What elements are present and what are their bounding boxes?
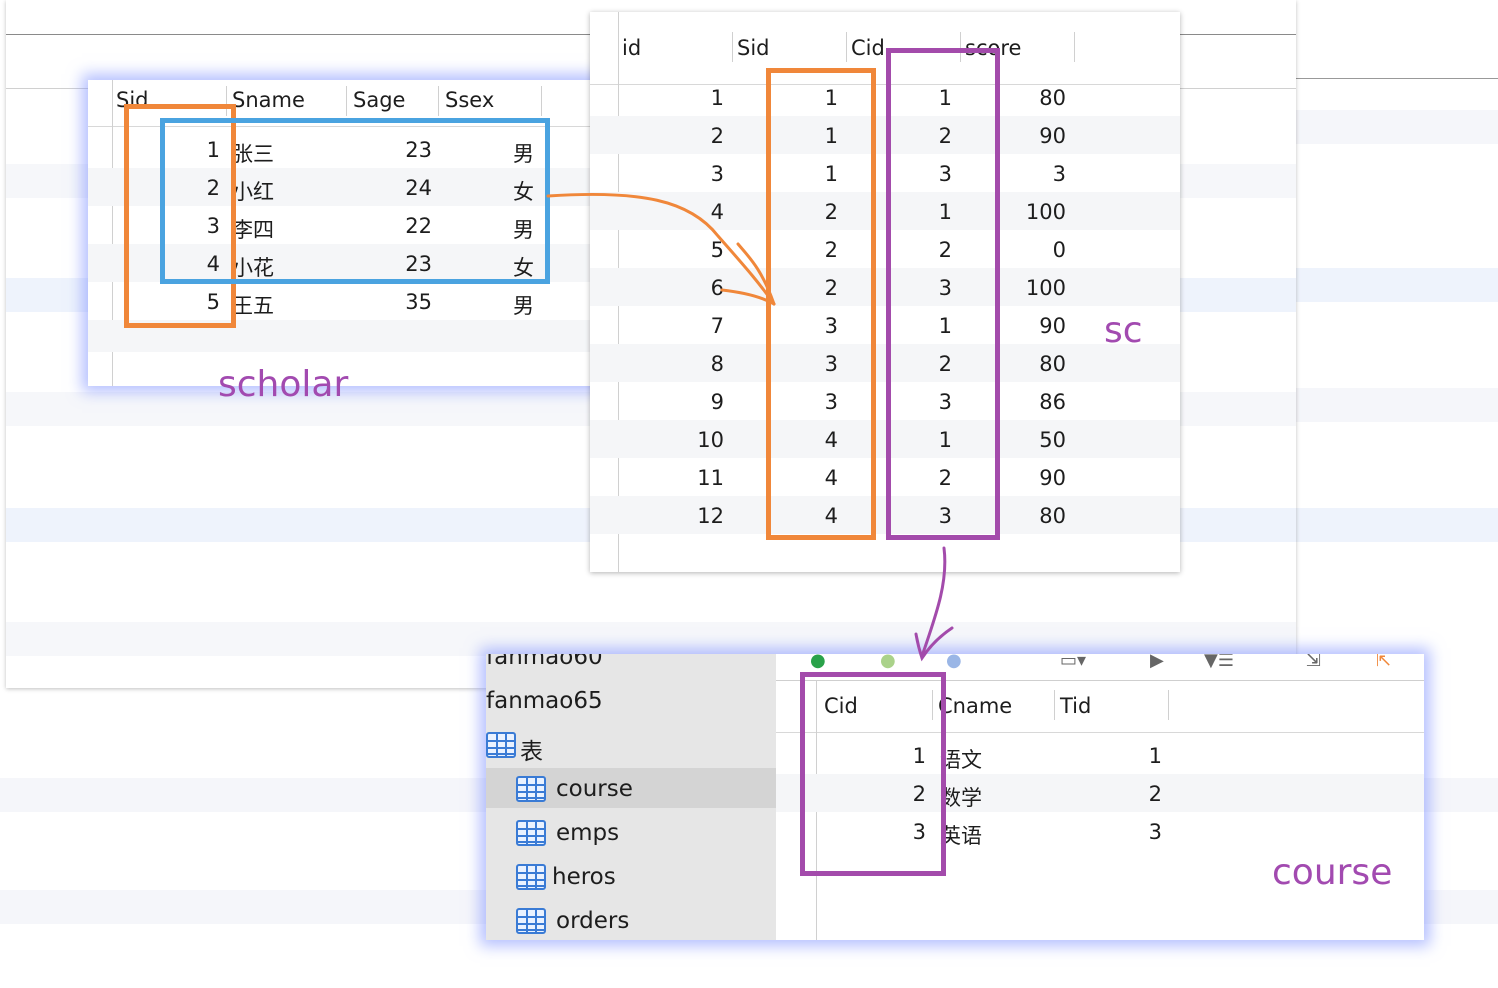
orange-arrow-path [546,192,776,306]
purple-arrow-path [920,546,947,658]
purple-arrow-head [914,626,954,662]
annotation-arrows [546,192,954,662]
